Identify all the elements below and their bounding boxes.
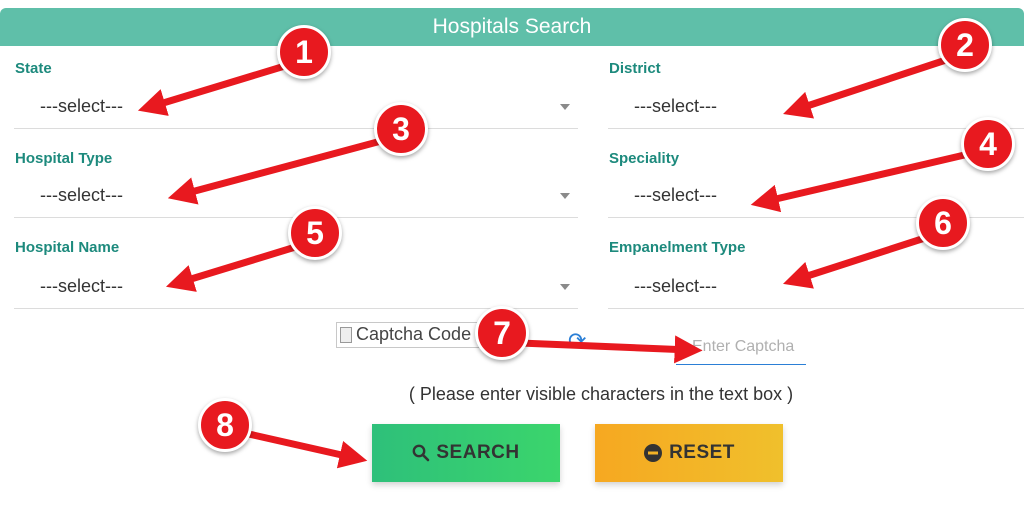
annotation-badge: 4	[961, 117, 1015, 171]
annotation-badge: 6	[916, 196, 970, 250]
annotation-badge: 1	[277, 25, 331, 79]
annotation-arrows	[137, 54, 977, 469]
annotation-badge: 8	[198, 398, 252, 452]
annotation-badge: 5	[288, 206, 342, 260]
annotation-arrow	[750, 149, 977, 213]
annotation-arrow	[783, 233, 932, 289]
annotation-badge: 7	[475, 306, 529, 360]
annotation-arrow	[783, 54, 956, 119]
annotation-arrow	[236, 428, 368, 469]
annotation-arrow	[165, 241, 306, 292]
annotation-arrow	[167, 136, 389, 205]
annotation-arrow	[137, 58, 302, 116]
annotation-badge: 2	[938, 18, 992, 72]
annotation-arrow	[516, 335, 703, 364]
annotation-badge: 3	[374, 102, 428, 156]
